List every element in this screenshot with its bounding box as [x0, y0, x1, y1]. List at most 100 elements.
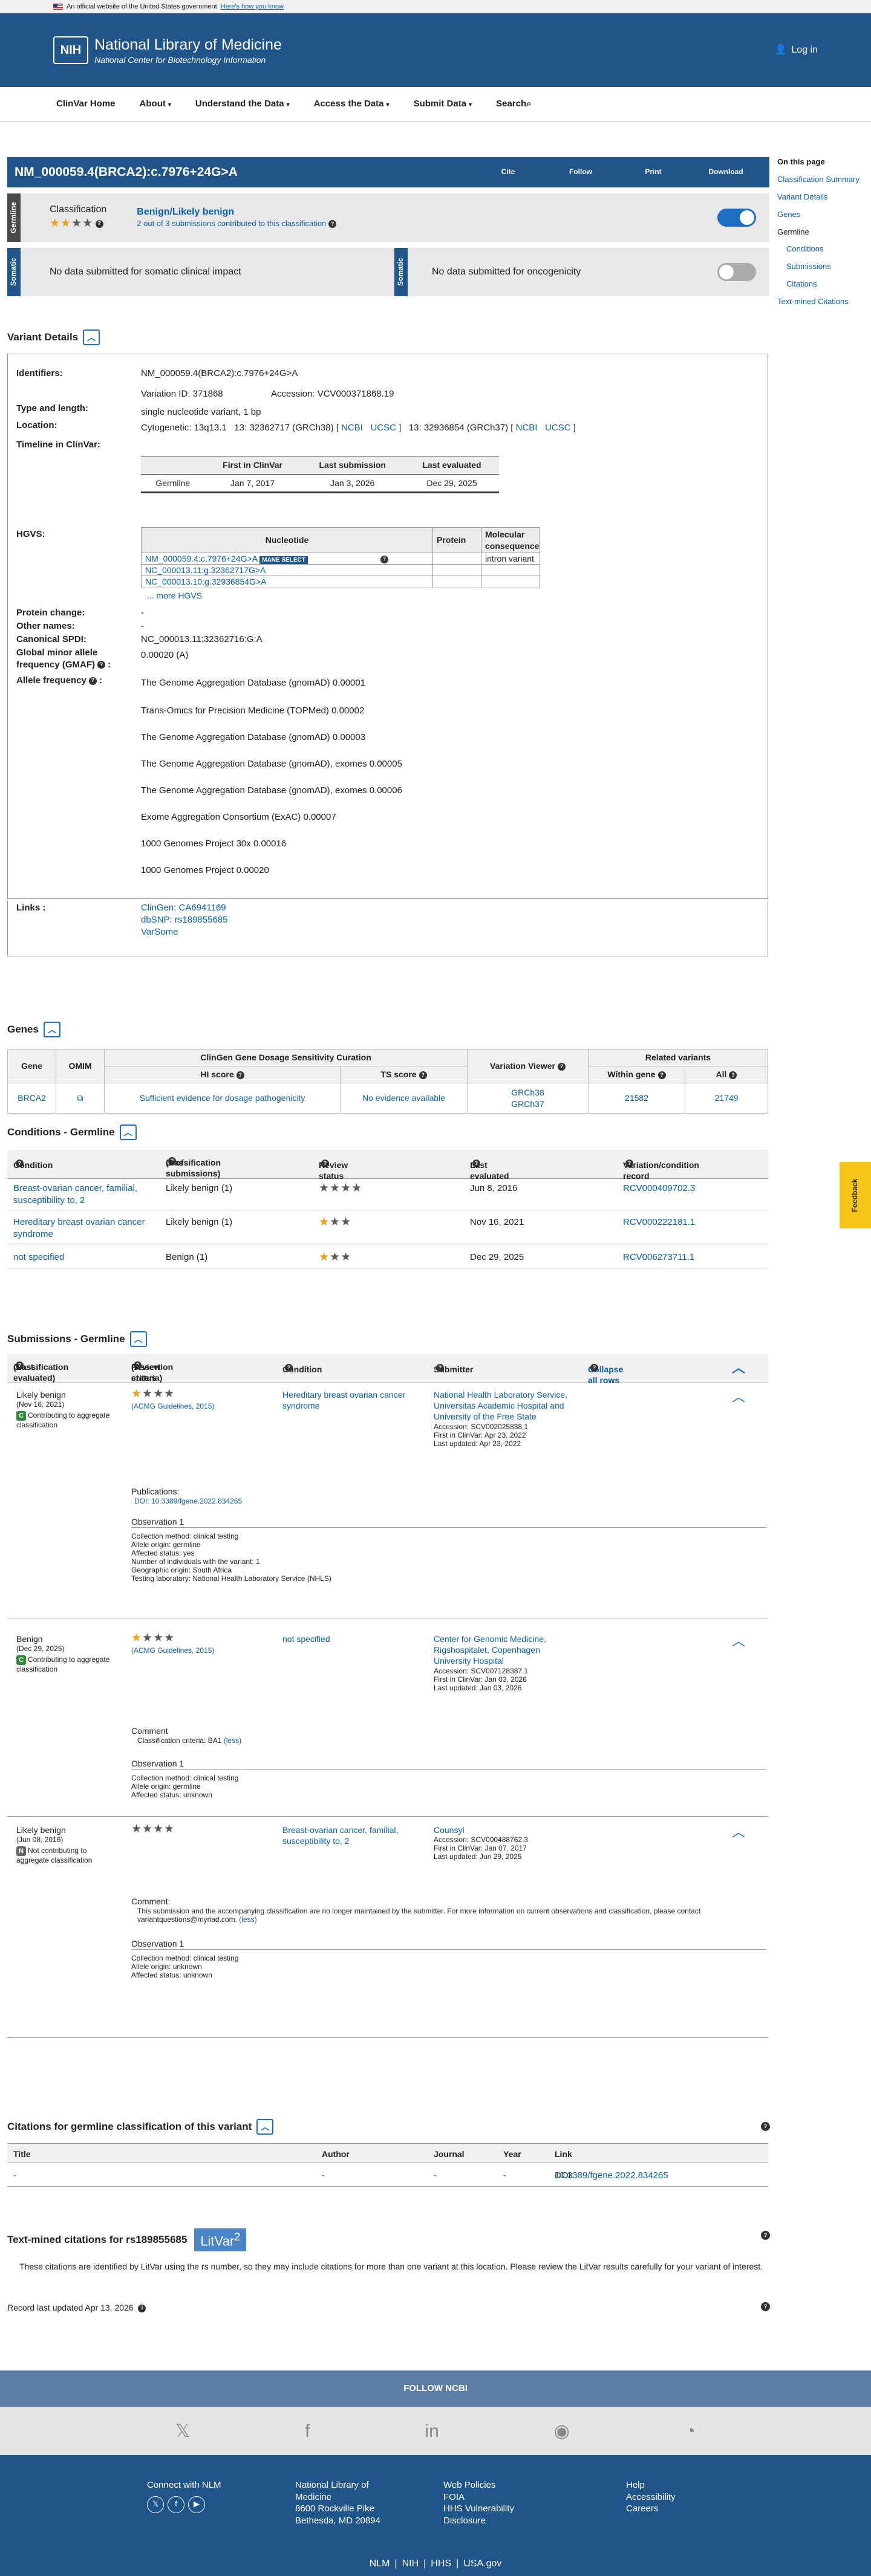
hgvs-row-2[interactable]: NC_000013.11:g.32362717G>A — [145, 565, 266, 575]
nav-search[interactable]: Search⌕ — [496, 98, 531, 110]
toc-conditions[interactable]: Conditions — [777, 244, 868, 255]
submitter-link[interactable]: National Health Laboratory Service, Univ… — [434, 1389, 573, 1423]
submissions-note[interactable]: 2 out of 3 submissions contributed to th… — [137, 219, 326, 228]
ucsc-link-38[interactable]: UCSC — [370, 423, 396, 433]
germline-toggle[interactable] — [717, 209, 756, 227]
sub-condition-link[interactable]: not specified — [282, 1634, 330, 1644]
chevron-up-icon[interactable]: ︿ — [43, 1022, 60, 1037]
toc-variant-details[interactable]: Variant Details — [777, 192, 868, 203]
ncbi-link-38[interactable]: NCBI — [341, 423, 363, 433]
gene-brca2-link[interactable]: BRCA2 — [7, 1083, 56, 1114]
social-bar: 𝕏 f in ◉ ◔ — [0, 2407, 871, 2455]
external-link-icon[interactable]: ⧉ — [56, 1083, 105, 1114]
rcv-link[interactable]: RCV000409702.3 — [623, 1183, 695, 1195]
rss-icon[interactable]: ◔ — [685, 2419, 696, 2443]
less-link[interactable]: (less) — [224, 1736, 241, 1745]
nih-logo[interactable]: NIH National Library of Medicine Nationa… — [53, 35, 282, 66]
help-icon[interactable]: ? — [761, 2231, 770, 2240]
hgvs-row-3[interactable]: NC_000013.10:g.32936854G>A — [145, 577, 266, 586]
criteria-link[interactable]: (ACMG Guidelines, 2015) — [131, 1646, 214, 1655]
ncbi-link-37[interactable]: NCBI — [516, 423, 538, 433]
toc-citations[interactable]: Citations — [777, 279, 868, 290]
nav-about[interactable]: About ▾ — [140, 98, 171, 110]
less-link[interactable]: (less) — [239, 1915, 256, 1924]
careers-link[interactable]: Careers — [626, 2503, 676, 2515]
somatic-toggle[interactable] — [717, 263, 756, 281]
nav-submit[interactable]: Submit Data ▾ — [414, 98, 472, 110]
toc-genes[interactable]: Genes — [777, 210, 868, 220]
sub-condition-link[interactable]: Hereditary breast ovarian cancer syndrom… — [282, 1389, 409, 1411]
chevron-up-icon[interactable]: ︿ — [256, 2119, 274, 2135]
github-icon[interactable]: ◉ — [554, 2419, 570, 2443]
hi-score-link[interactable]: Sufficient evidence for dosage pathogeni… — [104, 1083, 341, 1114]
hhs-vulnerability-link[interactable]: HHS Vulnerability Disclosure — [443, 2503, 552, 2526]
accessibility-link[interactable]: Accessibility — [626, 2491, 676, 2503]
x-icon[interactable]: 𝕏 — [175, 2419, 190, 2443]
toc-submissions[interactable]: Submissions — [777, 262, 868, 272]
submitter-link[interactable]: Counsyl — [434, 1825, 573, 1835]
grch38-link[interactable]: GRCh38 — [468, 1087, 588, 1098]
clingen-link[interactable]: ClinGen: CA6941169 — [141, 902, 226, 914]
help-link[interactable]: Help — [626, 2479, 676, 2491]
condition-link[interactable]: Breast-ovarian cancer, familial, suscept… — [13, 1183, 152, 1206]
sub-condition-link[interactable]: Breast-ovarian cancer, familial, suscept… — [282, 1825, 409, 1846]
chevron-up-icon[interactable]: ︿ — [83, 329, 100, 345]
doi-link[interactable]: DOI: 10.3389/fgene.2022.834265 — [134, 1497, 242, 1505]
within-gene-link[interactable]: 21582 — [588, 1083, 685, 1114]
ts-score-link[interactable]: No evidence available — [340, 1083, 468, 1114]
help-icon[interactable]: ? — [97, 661, 106, 669]
condition-link[interactable]: Hereditary breast ovarian cancer syndrom… — [13, 1216, 152, 1240]
chevron-up-icon[interactable]: ︿ — [730, 1389, 747, 1405]
rcv-link[interactable]: RCV006273711.1 — [623, 1251, 694, 1264]
usagov-link[interactable]: USA.gov — [463, 2558, 501, 2571]
all-variants-link[interactable]: 21749 — [685, 1083, 768, 1114]
nav-access[interactable]: Access the Data ▾ — [314, 98, 390, 110]
litvar-button[interactable]: LitVar2 — [194, 2228, 247, 2251]
nlm-link[interactable]: NLM — [370, 2558, 390, 2571]
hgvs-row-1[interactable]: NM_000059.4:c.7976+24G>A — [145, 554, 257, 563]
varsome-link[interactable]: VarSome — [141, 926, 178, 938]
chevron-up-icon[interactable]: ︿ — [129, 1331, 147, 1347]
help-icon[interactable]: ? — [328, 220, 337, 229]
dbsnp-link[interactable]: dbSNP: rs189855685 — [141, 914, 227, 926]
help-icon[interactable]: ? — [88, 676, 97, 685]
print-button[interactable]: Print — [617, 167, 690, 177]
nav-understand[interactable]: Understand the Data ▾ — [195, 98, 290, 110]
nav-clinvar-home[interactable]: ClinVar Home — [56, 98, 116, 110]
cit-doi-link[interactable]: 10.3389/fgene.2022.834265 — [555, 2170, 668, 2182]
follow-button[interactable]: Follow — [544, 167, 617, 177]
rcv-link[interactable]: RCV000222181.1 — [623, 1216, 695, 1228]
help-icon[interactable]: ? — [761, 2302, 770, 2311]
ucsc-link-37[interactable]: UCSC — [545, 423, 571, 433]
hhs-link[interactable]: HHS — [431, 2558, 451, 2571]
chevron-up-icon[interactable]: ︿ — [730, 1825, 747, 1840]
cite-button[interactable]: Cite — [472, 167, 544, 177]
help-icon[interactable]: ? — [380, 555, 388, 563]
help-icon[interactable]: ? — [761, 2122, 770, 2131]
x-icon[interactable]: 𝕏 — [147, 2496, 164, 2513]
grch37-link[interactable]: GRCh37 — [468, 1098, 588, 1109]
toc-text-mined[interactable]: Text-mined Citations — [777, 297, 868, 307]
facebook-icon[interactable]: f — [305, 2419, 310, 2443]
foia-link[interactable]: FOIA — [443, 2491, 552, 2503]
heres-how-link[interactable]: Here's how you know — [221, 2, 284, 11]
nlm-footer: Connect with NLM 𝕏f ▶ National Library of… — [0, 2455, 871, 2552]
feedback-tab[interactable]: Feedback — [840, 1162, 871, 1228]
toc-classification-summary[interactable]: Classification Summary — [777, 175, 868, 185]
nih-link[interactable]: NIH — [402, 2558, 419, 2571]
submitter-link[interactable]: Center for Genomic Medicine, Rigshospita… — [434, 1634, 573, 1667]
chevron-up-icon[interactable]: ︿ — [730, 1634, 747, 1649]
help-icon[interactable]: ? — [96, 219, 104, 228]
nlm-footer-title[interactable]: National Library of Medicine — [295, 2479, 398, 2503]
chevron-up-icon[interactable]: ︿ — [119, 1124, 137, 1140]
condition-link[interactable]: not specified — [13, 1251, 64, 1264]
linkedin-icon[interactable]: in — [425, 2419, 439, 2443]
criteria-link[interactable]: (ACMG Guidelines, 2015) — [131, 1402, 214, 1410]
chevron-up-icon[interactable]: ︿ — [730, 1360, 747, 1376]
facebook-icon[interactable]: f — [168, 2496, 184, 2513]
login-button[interactable]: 👤 Log in — [774, 44, 818, 57]
more-hgvs-link[interactable]: ... more HGVS — [147, 590, 202, 601]
download-button[interactable]: Download — [690, 167, 762, 177]
web-policies-link[interactable]: Web Policies — [443, 2479, 552, 2491]
youtube-icon[interactable]: ▶ — [188, 2496, 205, 2513]
